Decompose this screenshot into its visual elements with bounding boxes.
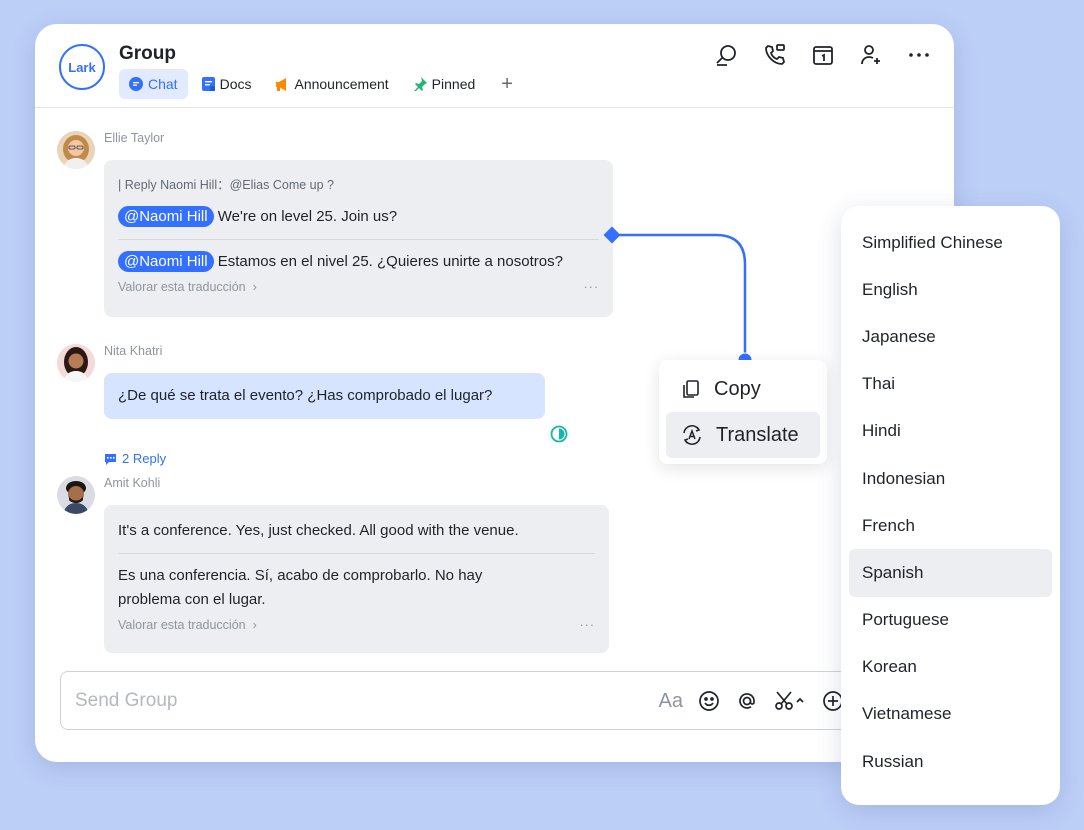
chat-header: Lark Group Chat Docs Announcement Pinned… (35, 24, 954, 108)
message-text: We're on level 25. Join us? (217, 208, 398, 225)
more-icon[interactable] (906, 42, 932, 68)
pin-icon (413, 77, 427, 91)
tab-chat-label: Chat (148, 76, 178, 92)
translated-line-1: Es una conferencia. Sí, acabo de comprob… (118, 567, 483, 584)
rate-translation-link[interactable]: Valorar esta traducción › (118, 618, 257, 632)
message-bubble[interactable]: It's a conference. Yes, just checked. Al… (104, 505, 609, 653)
phone-icon[interactable] (762, 42, 788, 68)
message-context-menu: Copy Translate (659, 360, 827, 464)
avatar[interactable] (57, 131, 95, 169)
more-options-icon[interactable]: ··· (584, 280, 600, 294)
message-text: ¿De qué se trata el evento? ¿Has comprob… (118, 387, 493, 404)
composer-tools: Aa (659, 688, 845, 714)
sender-name: Ellie Taylor (104, 131, 165, 145)
reply-count-label: 2 Reply (122, 451, 167, 466)
language-option-japanese[interactable]: Japanese (849, 313, 1052, 360)
language-option-korean[interactable]: Korean (849, 644, 1052, 691)
translation-divider (118, 553, 595, 554)
language-option-simplified-chinese[interactable]: Simplified Chinese (849, 219, 1052, 266)
thread-replies-link[interactable]: 2 Reply (104, 451, 166, 466)
copy-menu-item[interactable]: Copy (666, 366, 820, 412)
sender-name: Amit Kohli (104, 476, 161, 490)
thread-icon (105, 453, 116, 465)
sender-name: Nita Khatri (104, 344, 163, 358)
header-actions (714, 42, 932, 68)
rate-translation-link[interactable]: Valorar esta traducción › (118, 280, 257, 294)
tab-pinned-label: Pinned (431, 76, 476, 92)
text-format-icon[interactable]: Aa (659, 688, 683, 714)
translate-icon (683, 425, 701, 445)
tab-announcement[interactable]: Announcement (265, 69, 398, 99)
message-text: It's a conference. Yes, just checked. Al… (118, 522, 519, 539)
translate-menu-item[interactable]: Translate (666, 412, 820, 458)
message-ellie: Ellie Taylor | Reply Naomi Hill：@Elias C… (57, 131, 637, 321)
tab-docs-label: Docs (219, 76, 252, 92)
language-option-english[interactable]: English (849, 266, 1052, 313)
tab-announcement-label: Announcement (294, 76, 389, 92)
language-option-spanish[interactable]: Spanish (849, 549, 1052, 597)
translation-divider (118, 239, 599, 240)
screenshot-icon[interactable] (773, 688, 807, 714)
original-text: @Naomi Hill We're on level 25. Join us? (118, 205, 599, 229)
message-bubble[interactable]: | Reply Naomi Hill：@Elias Come up ? @Nao… (104, 160, 613, 317)
language-option-vietnamese[interactable]: Vietnamese (849, 691, 1052, 738)
translated-message-text: Estamos en el nivel 25. ¿Quieres unirte … (217, 253, 563, 270)
tab-bar: Chat Docs Announcement Pinned + (119, 69, 525, 99)
mention-tag[interactable]: @Naomi Hill (118, 251, 214, 272)
emoji-icon[interactable] (697, 688, 721, 714)
megaphone-icon (276, 77, 287, 91)
docs-icon (201, 77, 215, 91)
message-composer: Aa (60, 671, 860, 730)
tab-chat[interactable]: Chat (119, 69, 188, 99)
translate-label: Translate (716, 423, 799, 446)
reply-quote: | Reply Naomi Hill：@Elias Come up ? (118, 178, 335, 192)
more-options-icon[interactable]: ··· (580, 618, 596, 632)
copy-icon (683, 380, 699, 398)
translated-text: @Naomi Hill Estamos en el nivel 25. ¿Qui… (118, 250, 599, 274)
message-nita: Nita Khatri ¿De qué se trata el evento? … (57, 344, 637, 466)
mention-icon[interactable] (735, 688, 759, 714)
message-input[interactable] (75, 686, 575, 716)
language-option-portuguese[interactable]: Portuguese (849, 597, 1052, 644)
translated-line-2: problema con el lugar. (118, 591, 266, 608)
add-member-icon[interactable] (858, 42, 884, 68)
message-amit: Amit Kohli It's a conference. Yes, just … (57, 476, 637, 656)
rate-translation-row: Valorar esta traducción › ··· (118, 618, 595, 632)
chevron-right-icon: › (252, 618, 257, 632)
language-option-hindi[interactable]: Hindi (849, 408, 1052, 455)
add-tab-button[interactable]: + (489, 73, 525, 96)
tab-pinned[interactable]: Pinned (403, 69, 486, 99)
language-option-thai[interactable]: Thai (849, 361, 1052, 408)
copy-label: Copy (714, 377, 761, 400)
language-option-french[interactable]: French (849, 502, 1052, 549)
read-status-icon (550, 425, 568, 443)
chat-icon (129, 77, 143, 91)
chevron-right-icon: › (252, 280, 257, 294)
lark-logo: Lark (59, 44, 105, 90)
page-title: Group (119, 43, 176, 64)
language-option-russian[interactable]: Russian (849, 738, 1052, 785)
tab-docs[interactable]: Docs (192, 69, 262, 99)
mention-tag[interactable]: @Naomi Hill (118, 206, 214, 227)
message-bubble[interactable]: ¿De qué se trata el evento? ¿Has comprob… (104, 373, 545, 419)
calendar-icon[interactable] (810, 42, 836, 68)
language-option-indonesian[interactable]: Indonesian (849, 455, 1052, 502)
avatar[interactable] (57, 344, 95, 382)
rate-translation-row: Valorar esta traducción › ··· (118, 280, 599, 294)
search-icon[interactable] (714, 42, 740, 68)
language-picker: Simplified Chinese English Japanese Thai… (841, 206, 1060, 805)
avatar[interactable] (57, 476, 95, 514)
